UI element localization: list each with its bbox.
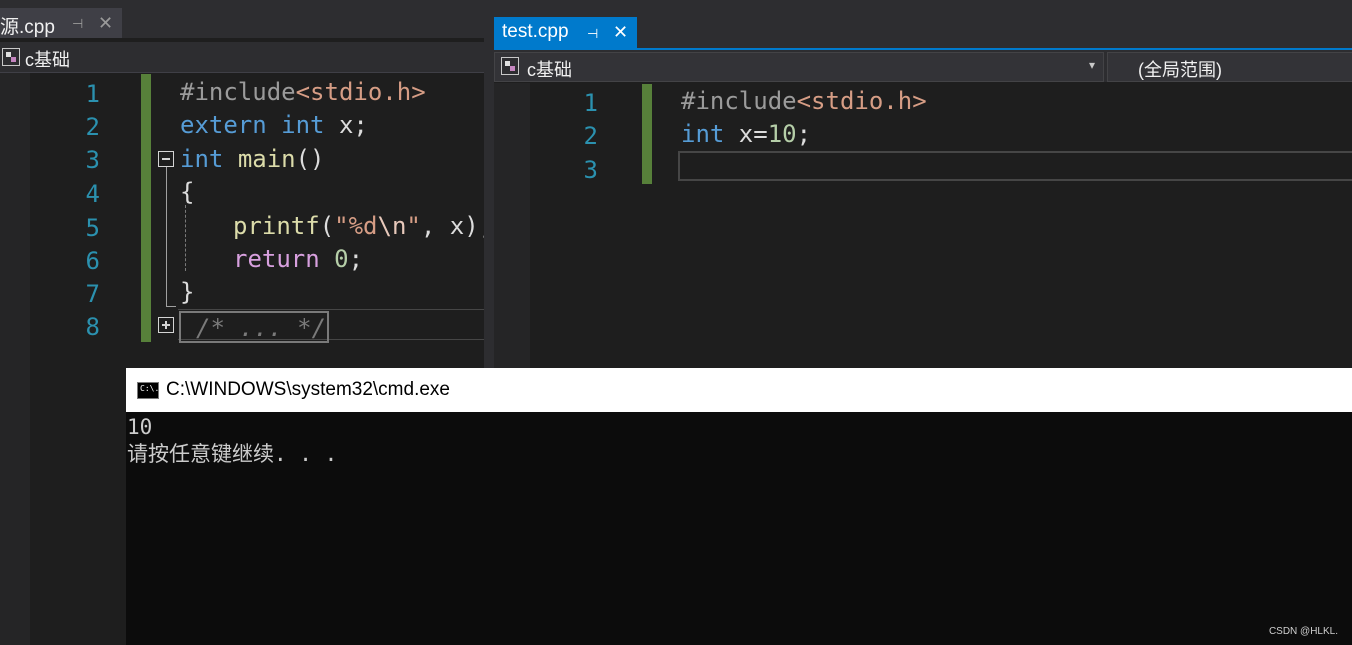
preprocessor-token: #include	[681, 87, 797, 115]
nav-scope-label: c基础	[527, 60, 572, 80]
code-line[interactable]: int x=10;	[681, 120, 811, 148]
line-number: 3	[583, 156, 598, 184]
line-number: 4	[85, 180, 100, 208]
tab-test-cpp[interactable]: test.cpp ⊣ ✕	[494, 17, 637, 48]
code-line[interactable]: int main()	[180, 145, 325, 173]
tab-title: 源.cpp	[0, 17, 55, 38]
code-token: }	[180, 278, 195, 306]
function-token: main	[237, 145, 296, 173]
line-number: 1	[85, 80, 100, 108]
code-line[interactable]: printf("%d\n", x);	[233, 212, 493, 240]
code-token: {	[180, 178, 195, 206]
string-token: "%d	[334, 212, 378, 240]
change-indicator-bar	[141, 74, 151, 342]
current-line-highlight	[178, 309, 484, 310]
keyword-token: int	[180, 145, 224, 173]
collapse-icon[interactable]	[158, 151, 174, 167]
line-number: 6	[85, 247, 100, 275]
code-line[interactable]: #include<stdio.h>	[180, 78, 426, 106]
line-number: 2	[85, 113, 100, 141]
line-number: 3	[85, 146, 100, 174]
console-window[interactable]: C:\. C:\WINDOWS\system32\cmd.exe 10 请按任意…	[126, 368, 1352, 645]
change-indicator-bar	[642, 84, 652, 184]
control-keyword-token: return	[233, 245, 320, 273]
current-line-highlight[interactable]	[678, 151, 1352, 181]
code-line[interactable]: /* ... */	[196, 314, 326, 342]
watermark: CSDN @HLKL.	[1268, 626, 1338, 637]
include-path-token: <stdio.h>	[796, 87, 927, 115]
tab-source-cpp[interactable]: 源.cpp ⊣ ✕	[0, 8, 122, 38]
preprocessor-token: #include	[180, 78, 296, 106]
tab-title: test.cpp	[502, 21, 569, 42]
number-token: 0	[334, 245, 349, 273]
console-output-line: 请按任意键继续. . .	[127, 442, 338, 466]
console-title: C:\WINDOWS\system32\cmd.exe	[166, 379, 450, 400]
indent-guide-line	[185, 205, 186, 271]
console-title-bar[interactable]: C:\. C:\WINDOWS\system32\cmd.exe	[126, 368, 1352, 412]
collapsed-comment-token: /* ... */	[196, 314, 327, 342]
code-line[interactable]: {	[180, 178, 194, 206]
include-path-token: <stdio.h>	[295, 78, 426, 106]
code-line[interactable]: #include<stdio.h>	[681, 87, 927, 115]
code-token: x;	[324, 111, 368, 139]
cmd-icon-text: C:\.	[140, 384, 160, 393]
code-line[interactable]: }	[180, 278, 194, 306]
project-scope-icon	[501, 57, 519, 75]
code-token: , x);	[420, 212, 494, 240]
line-number: 2	[583, 122, 598, 150]
keyword-token: int	[281, 111, 325, 139]
pin-icon[interactable]: ⊣	[72, 16, 83, 32]
code-line[interactable]: return 0;	[233, 245, 363, 273]
line-number: 5	[85, 214, 100, 242]
keyword-token: extern	[180, 111, 267, 139]
code-token: x=	[724, 120, 768, 148]
code-token: (	[319, 212, 335, 240]
scope-dropdown[interactable]: c基础 ▾	[494, 52, 1104, 82]
code-token: ;	[348, 245, 364, 273]
string-token: "	[406, 212, 421, 240]
code-line[interactable]: extern int x;	[180, 111, 368, 139]
nav-member-label: (全局范围)	[1138, 60, 1222, 80]
line-number: 8	[85, 313, 100, 341]
function-token: printf	[233, 212, 320, 240]
line-number: 1	[583, 89, 598, 117]
code-token: ;	[796, 120, 812, 148]
close-icon[interactable]: ✕	[613, 22, 628, 43]
member-dropdown[interactable]: (全局范围)	[1107, 52, 1352, 82]
fold-guide-end	[166, 306, 176, 307]
cmd-icon: C:\.	[137, 382, 159, 399]
selection-margin	[0, 73, 30, 645]
keyword-token: int	[681, 120, 725, 148]
pin-icon[interactable]: ⊣	[587, 26, 598, 42]
line-number: 7	[85, 280, 100, 308]
nav-scope-label: c基础	[25, 50, 70, 70]
escape-token: \n	[377, 212, 407, 240]
fold-guide-line	[166, 167, 167, 307]
code-token: ()	[295, 145, 325, 173]
close-icon[interactable]: ✕	[98, 13, 113, 34]
chevron-down-icon[interactable]: ▾	[1089, 58, 1095, 72]
expand-icon[interactable]	[158, 317, 174, 333]
number-token: 10	[767, 120, 797, 148]
left-navigation-bar[interactable]: c基础	[0, 42, 484, 73]
project-scope-icon	[2, 48, 20, 66]
console-output-line: 10	[127, 415, 153, 439]
